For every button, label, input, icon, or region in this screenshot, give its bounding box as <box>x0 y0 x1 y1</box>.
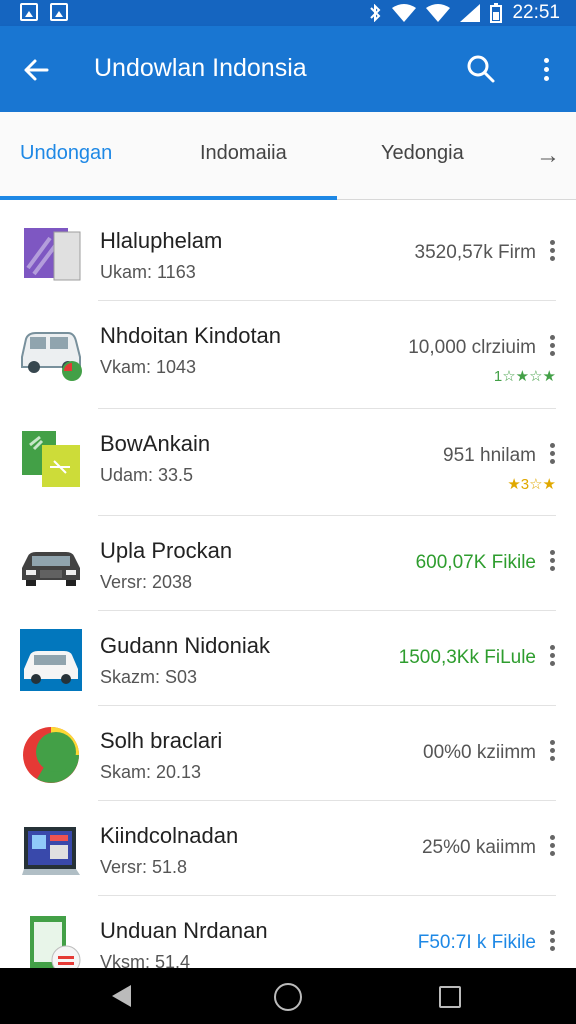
list-item[interactable]: Solh braclari Skam: 20.13 00%0 kziimm <box>0 706 576 801</box>
app-name: Solh braclari <box>100 728 223 753</box>
app-size: 600,07K Fikile <box>415 552 536 573</box>
app-size: 1500,3Kk FiLule <box>398 647 536 668</box>
app-name: Kiindcolnadan <box>100 823 239 848</box>
item-more-button[interactable] <box>546 645 558 669</box>
list-item[interactable]: Gudann Nidoniak Skazm: S03 1500,3Kk FiLu… <box>0 611 576 706</box>
tab-indicator <box>0 196 337 200</box>
nav-recents-icon[interactable] <box>439 986 461 1008</box>
search-icon <box>467 55 495 83</box>
rating-stars: ★3☆★ <box>507 476 556 493</box>
app-version: Skam: 20.13 <box>100 762 202 782</box>
app-size: 951 hnilam <box>443 445 536 466</box>
item-more-button[interactable] <box>546 835 558 859</box>
list-item[interactable]: Kiindcolnadan Versr: 51.8 25%0 kaiimm <box>0 801 576 896</box>
app-name: Upla Prockan <box>100 538 233 563</box>
page-title: Undowlan Indonsia <box>94 54 307 82</box>
app-version: Versr: 2038 <box>100 572 193 592</box>
signal-icon <box>460 4 481 22</box>
gallery-notification-icon <box>50 3 68 21</box>
tab-yedongia[interactable]: Yedongia <box>381 142 464 165</box>
app-name: Nhdoitan Kindotan <box>100 323 282 348</box>
tab-undongan[interactable]: Undongan <box>20 142 112 165</box>
app-name: BowAnkain <box>100 431 211 456</box>
arrow-forward-icon[interactable]: → <box>536 142 560 170</box>
more-vert-icon <box>543 57 549 63</box>
app-version: Versr: 51.8 <box>100 857 188 877</box>
app-name: Unduan Nrdanan <box>100 918 268 943</box>
list-item[interactable]: Hlaluphelam Ukam: 1163 3520,57k Firm <box>0 206 576 301</box>
item-more-button[interactable] <box>546 335 558 359</box>
tablet-app-icon <box>22 827 80 875</box>
app-size: F50:7I k Fikile <box>417 932 536 953</box>
item-more-button[interactable] <box>546 443 558 467</box>
nav-back-icon[interactable] <box>112 985 131 1007</box>
app-name: Hlaluphelam <box>100 228 223 253</box>
navigation-bar <box>0 968 576 1024</box>
app-size: 00%0 kziimm <box>423 742 536 763</box>
app-version: Vkam: 1043 <box>100 357 197 377</box>
car-app-icon <box>20 629 82 691</box>
overflow-menu-button[interactable] <box>532 50 560 88</box>
rating-stars: 1☆★☆★ <box>493 368 556 385</box>
wifi-icon-2 <box>426 4 451 22</box>
status-time: 22:51 <box>512 2 560 23</box>
app-version: Ukam: 1163 <box>100 262 196 282</box>
van-app-icon <box>21 332 82 381</box>
app-name: Gudann Nidoniak <box>100 633 271 658</box>
list-item[interactable]: Upla Prockan Versr: 2038 600,07K Fikile <box>0 516 576 611</box>
app-size: 10,000 clrziuim <box>408 337 536 358</box>
tab-indomaiia[interactable]: Indomaiia <box>200 142 287 165</box>
nav-home-icon[interactable] <box>274 983 302 1011</box>
list-item[interactable]: BowAnkain Udam: 33.5 951 hnilam ★3☆★ <box>0 409 576 516</box>
item-more-button[interactable] <box>546 240 558 264</box>
app-bar: Undowlan Indonsia <box>0 26 576 112</box>
app-version: Skazm: S03 <box>100 667 198 687</box>
wifi-icon <box>392 4 417 22</box>
item-more-button[interactable] <box>546 740 558 764</box>
image-notification-icon <box>20 3 38 21</box>
app-size: 25%0 kaiimm <box>421 837 536 858</box>
truck-app-icon <box>22 552 80 586</box>
app-list: Hlaluphelam Ukam: 1163 3520,57k Firm Nhd… <box>0 206 576 991</box>
item-more-button[interactable] <box>546 930 558 954</box>
calculator-app-icon <box>30 916 81 975</box>
tab-bar: Undongan Indomaiia Yedongia → <box>0 112 576 200</box>
app-version: Udam: 33.5 <box>100 465 194 485</box>
status-bar: 22:51 <box>0 0 576 26</box>
browser-app-icon <box>23 727 79 783</box>
folder-app-icon <box>22 431 80 487</box>
arrow-back-icon <box>24 59 49 81</box>
bluetooth-icon <box>370 4 381 22</box>
list-item[interactable]: Nhdoitan Kindotan Vkam: 1043 10,000 clrz… <box>0 301 576 409</box>
document-app-icon <box>24 228 81 281</box>
app-size: 3520,57k Firm <box>414 242 536 263</box>
back-button[interactable] <box>18 52 54 88</box>
item-more-button[interactable] <box>546 550 558 574</box>
search-button[interactable] <box>464 52 498 86</box>
battery-icon <box>490 3 503 23</box>
